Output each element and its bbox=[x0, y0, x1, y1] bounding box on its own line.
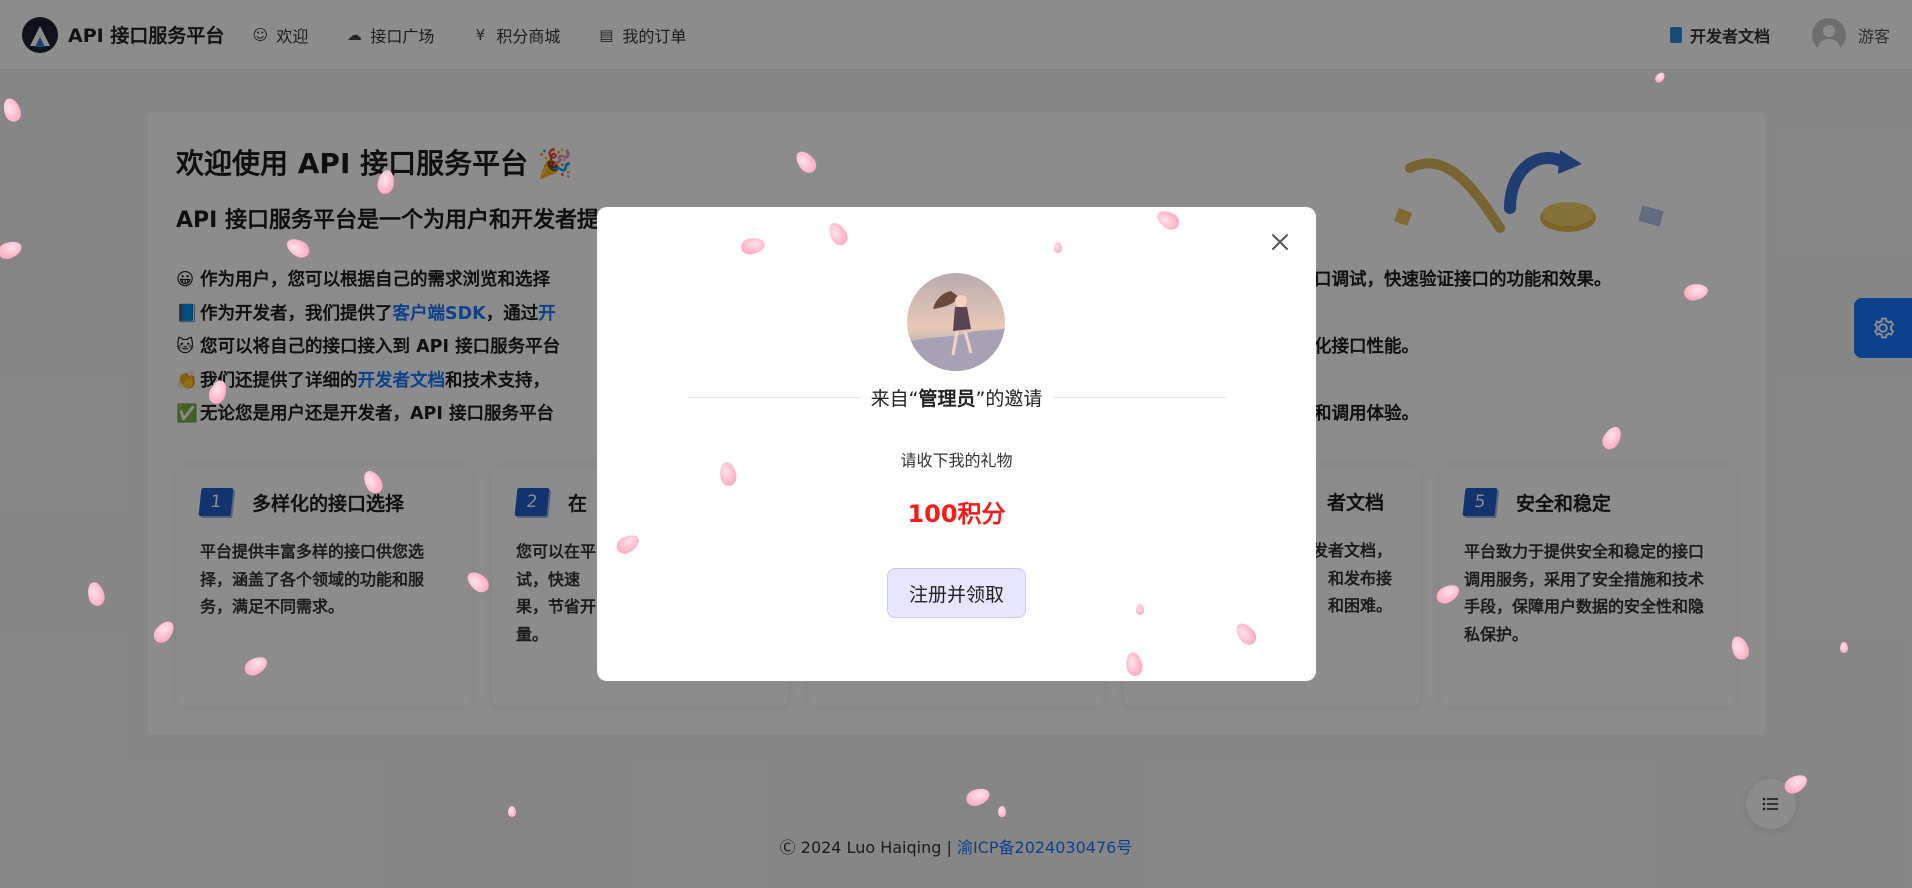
petal-icon bbox=[1840, 642, 1848, 653]
inviter-name: 管理员 bbox=[918, 388, 976, 410]
petal-icon bbox=[998, 806, 1006, 817]
gift-text: 请收下我的礼物 bbox=[900, 451, 1013, 470]
register-and-claim-button[interactable]: 注册并领取 bbox=[887, 568, 1026, 618]
petal-icon bbox=[1136, 604, 1144, 615]
invite-modal: 来自“管理员”的邀请 请收下我的礼物 100积分 注册并领取 bbox=[597, 207, 1316, 681]
inviter-avatar bbox=[907, 273, 1005, 371]
close-icon[interactable] bbox=[1267, 229, 1293, 255]
petal-icon bbox=[508, 806, 516, 817]
divider bbox=[1052, 397, 1227, 398]
petal-icon bbox=[1054, 242, 1062, 253]
divider bbox=[687, 397, 861, 398]
points-reward: 100积分 bbox=[907, 500, 1006, 528]
invite-heading: 来自“管理员”的邀请 bbox=[687, 384, 1227, 411]
